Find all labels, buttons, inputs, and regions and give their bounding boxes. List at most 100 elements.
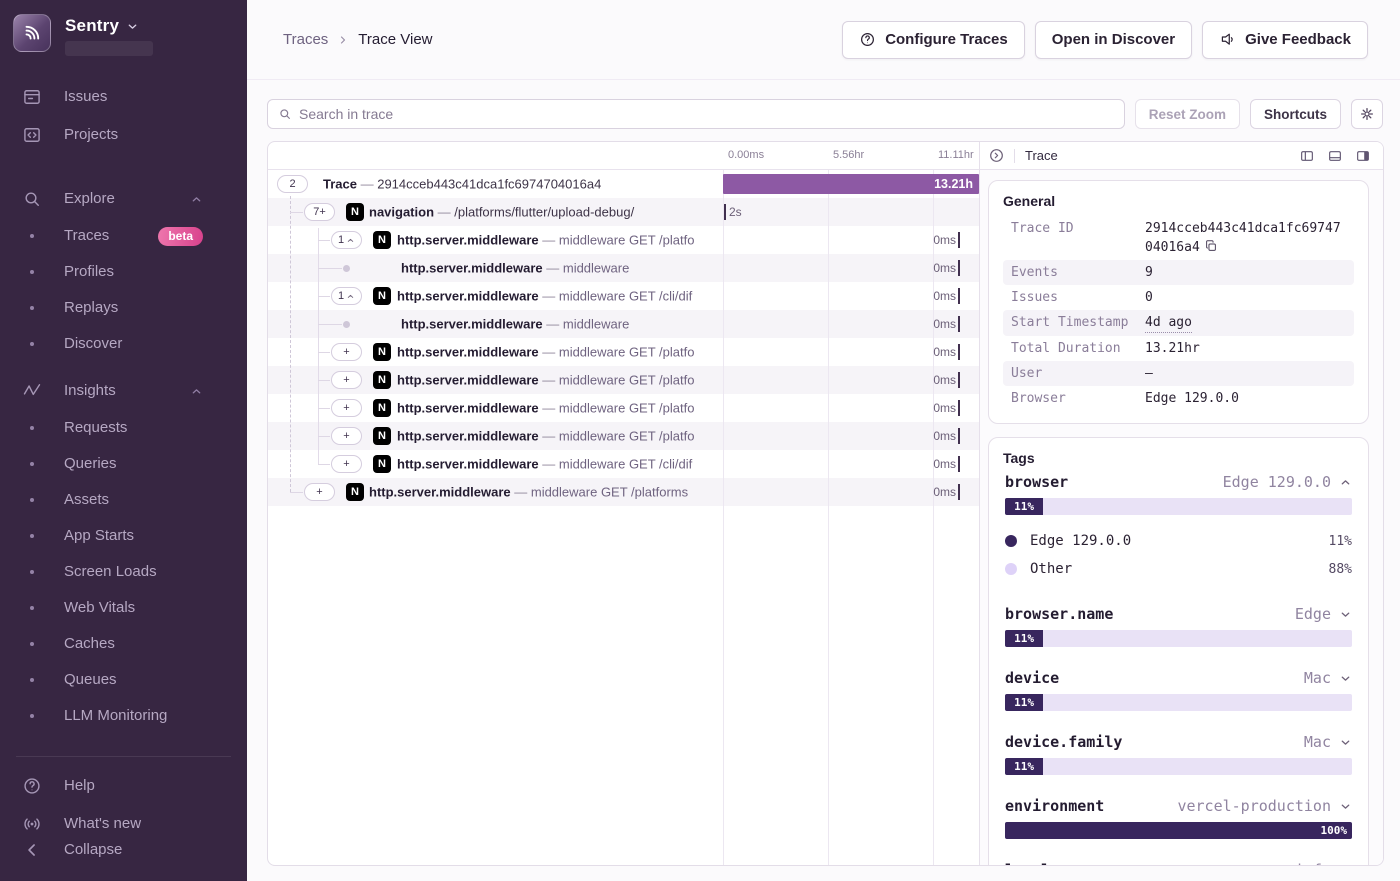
trace-row[interactable]: +Nhttp.server.middleware — middleware GE… (268, 394, 979, 422)
expand-chip[interactable]: + (331, 371, 362, 389)
sidebar-item-queues[interactable]: Queues (0, 662, 247, 698)
general-row-events: Events9 (1003, 260, 1354, 285)
tag-header-environment[interactable]: environmentvercel-production (1005, 797, 1352, 815)
breadcrumb-traces[interactable]: Traces (283, 31, 328, 48)
tag-distribution-bar: 11% (1005, 498, 1352, 515)
span-bar (958, 428, 960, 444)
trace-row[interactable]: http.server.middleware — middleware0ms (268, 310, 979, 338)
span-bar (958, 372, 960, 388)
sidebar-item-llm-monitoring[interactable]: LLM Monitoring (0, 698, 247, 734)
trace-row[interactable]: +Nhttp.server.middleware — middleware GE… (268, 422, 979, 450)
org-switcher[interactable]: Sentry (0, 0, 247, 56)
sidebar-item-traces[interactable]: Tracesbeta (0, 218, 247, 254)
collapse-button[interactable]: Collapse (0, 831, 247, 869)
sidebar-item-replays[interactable]: Replays (0, 290, 247, 326)
give-feedback-button[interactable]: Give Feedback (1202, 21, 1368, 59)
chevron-right-circle-icon[interactable] (988, 147, 1005, 164)
general-row-user: User— (1003, 361, 1354, 386)
legend-dot (1005, 535, 1017, 547)
trace-row[interactable]: 1Nhttp.server.middleware — middleware GE… (268, 282, 979, 310)
sidebar-item-help[interactable]: Help (16, 767, 231, 805)
trace-row[interactable]: 1Nhttp.server.middleware — middleware GE… (268, 226, 979, 254)
tag-distribution-bar: 100% (1005, 822, 1352, 839)
sidebar-item-app-starts[interactable]: App Starts (0, 518, 247, 554)
chevron-up-icon (1339, 476, 1352, 489)
trace-row[interactable]: http.server.middleware — middleware0ms (268, 254, 979, 282)
sidebar-section-insights[interactable]: Insights (0, 372, 247, 410)
search-icon (278, 107, 292, 121)
sidebar-item-profiles[interactable]: Profiles (0, 254, 247, 290)
shortcuts-button[interactable]: Shortcuts (1250, 99, 1341, 129)
expand-chip[interactable]: + (331, 399, 362, 417)
expand-chip[interactable]: 7+ (304, 203, 335, 221)
sidebar-item-discover[interactable]: Discover (0, 326, 247, 362)
sidebar-item-projects[interactable]: Projects (0, 116, 247, 154)
expand-chip[interactable]: + (331, 343, 362, 361)
configure-traces-button[interactable]: Configure Traces (842, 21, 1025, 59)
tag-distribution-bar: 11% (1005, 630, 1352, 647)
trace-row[interactable]: +Nhttp.server.middleware — middleware GE… (268, 478, 979, 506)
tag-header-browser[interactable]: browserEdge 129.0.0 (1005, 473, 1352, 491)
expand-chip[interactable]: 1 (331, 287, 362, 305)
search-box (267, 99, 1125, 129)
chevron-up-icon (346, 292, 355, 301)
legend-row: Edge 129.0.011% (1005, 527, 1352, 555)
tag-header-device-family[interactable]: device.familyMac (1005, 733, 1352, 751)
chevron-up (190, 193, 203, 206)
expand-chip[interactable]: 2 (277, 175, 308, 193)
trace-row[interactable]: +Nhttp.server.middleware — middleware GE… (268, 366, 979, 394)
search-input[interactable] (299, 106, 1114, 122)
trace-row[interactable]: 7+Nnavigation — /platforms/flutter/uploa… (268, 198, 979, 226)
nextjs-icon: N (373, 455, 391, 473)
chevron-down-icon (1339, 800, 1352, 813)
details-body: General Trace ID2914cceb443c41dca1fc6974… (980, 170, 1383, 865)
sidebar-item-web-vitals[interactable]: Web Vitals (0, 590, 247, 626)
sidebar-item-requests[interactable]: Requests (0, 410, 247, 446)
copy-icon[interactable] (1204, 239, 1218, 253)
sentry-logo-icon (13, 14, 51, 52)
span-bar (958, 316, 960, 332)
sidebar-footer: HelpWhat's new (16, 756, 231, 843)
org-name: Sentry (65, 16, 119, 36)
sidebar-item-issues[interactable]: Issues (0, 78, 247, 116)
reset-zoom-button[interactable]: Reset Zoom (1135, 99, 1240, 129)
timeline-header: 0.00ms 5.56hr 11.11hr (268, 142, 979, 170)
chevron-down-icon (126, 20, 139, 33)
help-icon (22, 776, 42, 796)
general-row-issues: Issues0 (1003, 285, 1354, 310)
sidebar-item-screen-loads[interactable]: Screen Loads (0, 554, 247, 590)
general-card: General Trace ID2914cceb443c41dca1fc6974… (988, 180, 1369, 424)
span-bar (958, 344, 960, 360)
span-bar (958, 484, 960, 500)
span-bar (958, 288, 960, 304)
sidebar-item-queries[interactable]: Queries (0, 446, 247, 482)
tag-distribution-bar: 11% (1005, 758, 1352, 775)
sidebar: Sentry IssuesProjects ExploreTracesbetaPr… (0, 0, 247, 881)
tag-header-level[interactable]: levelinfo (1005, 861, 1352, 865)
settings-button[interactable] (1351, 99, 1383, 129)
sidebar-item-caches[interactable]: Caches (0, 626, 247, 662)
legend-dot (1005, 563, 1017, 575)
chevron-right-icon (337, 34, 349, 46)
general-row-trace-id: Trace ID2914cceb443c41dca1fc6974704016a4 (1003, 216, 1354, 260)
expand-chip[interactable]: 1 (331, 231, 362, 249)
sidebar-section-explore[interactable]: Explore (0, 180, 247, 218)
panel-right-icon[interactable] (1355, 148, 1371, 164)
sidebar-item-assets[interactable]: Assets (0, 482, 247, 518)
panel-left-icon[interactable] (1299, 148, 1315, 164)
nextjs-icon: N (373, 343, 391, 361)
trace-row[interactable]: 2Trace — 2914cceb443c41dca1fc6974704016a… (268, 170, 979, 198)
panel-bottom-icon[interactable] (1327, 148, 1343, 164)
tag-header-browser-name[interactable]: browser.nameEdge (1005, 605, 1352, 623)
megaphone-icon (1219, 31, 1236, 48)
trace-row[interactable]: +Nhttp.server.middleware — middleware GE… (268, 450, 979, 478)
trace-rows: 2Trace — 2914cceb443c41dca1fc6974704016a… (268, 170, 979, 506)
gear-icon (1359, 106, 1375, 122)
span-bar (958, 456, 960, 472)
open-in-discover-button[interactable]: Open in Discover (1035, 21, 1192, 59)
expand-chip[interactable]: + (331, 427, 362, 445)
trace-row[interactable]: +Nhttp.server.middleware — middleware GE… (268, 338, 979, 366)
expand-chip[interactable]: + (304, 483, 335, 501)
tag-header-device[interactable]: deviceMac (1005, 669, 1352, 687)
expand-chip[interactable]: + (331, 455, 362, 473)
